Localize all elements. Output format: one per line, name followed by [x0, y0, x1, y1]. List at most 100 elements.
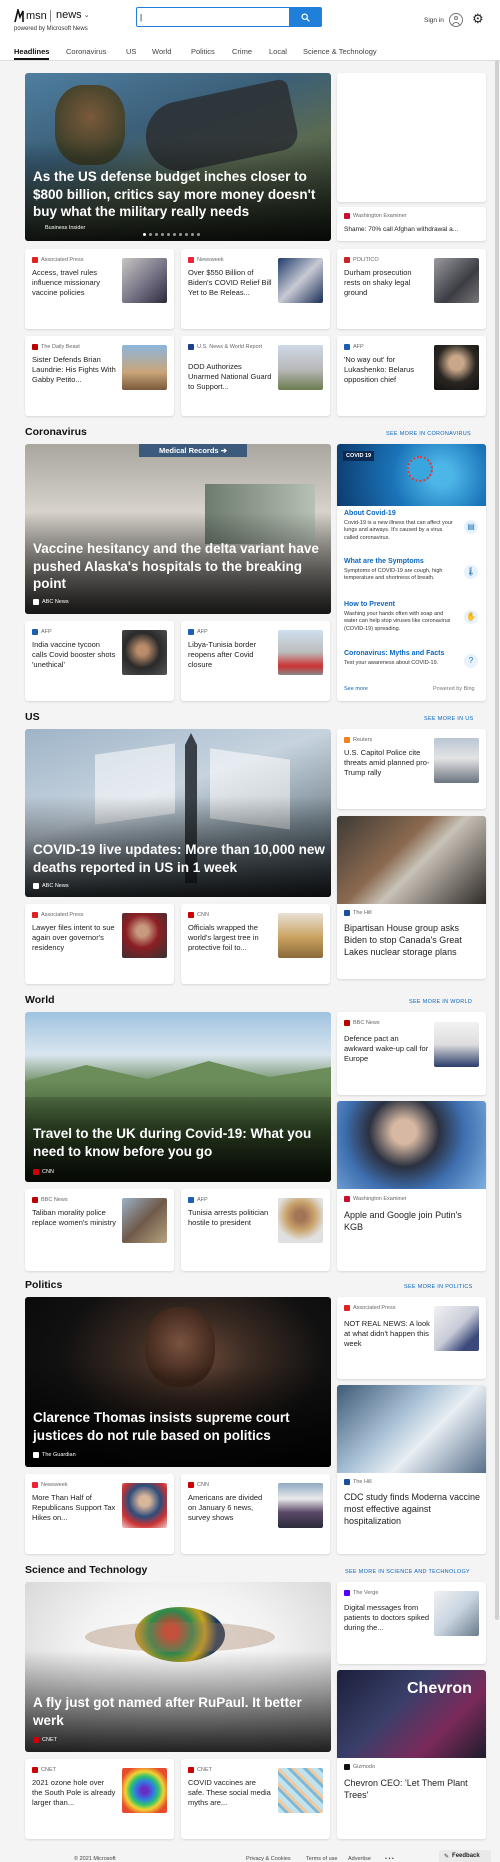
- story-card-large[interactable]: The Hill CDC study finds Moderna vaccine…: [337, 1385, 486, 1554]
- brand-text: msn: [26, 10, 47, 22]
- story-card[interactable]: CNET 2021 ozone hole over the South Pole…: [25, 1759, 174, 1839]
- see-more-politics-link[interactable]: SEE MORE IN POLITICS: [404, 1284, 473, 1290]
- hero-story-uk-travel[interactable]: Travel to the UK during Covid-19: What y…: [25, 1012, 331, 1182]
- hero-story-clarence-thomas[interactable]: Clarence Thomas insists supreme court ju…: [25, 1297, 331, 1467]
- covid-item[interactable]: How to Prevent Washing your hands often …: [344, 601, 482, 633]
- user-avatar-icon[interactable]: [449, 13, 463, 27]
- see-more-world-link[interactable]: SEE MORE IN WORLD: [409, 999, 472, 1005]
- covid-item[interactable]: What are the Symptoms Symptoms of COVID-…: [344, 558, 482, 583]
- tab-world[interactable]: World: [152, 47, 171, 56]
- search-input[interactable]: [140, 10, 288, 24]
- source-logo-icon: [188, 344, 194, 350]
- tab-politics[interactable]: Politics: [191, 47, 215, 56]
- carousel-dot[interactable]: [179, 233, 182, 236]
- story-card[interactable]: The Daily Beast Sister Defends Brian Lau…: [25, 336, 174, 416]
- carousel-dot[interactable]: [161, 233, 164, 236]
- product-name: news: [56, 9, 82, 21]
- story-card[interactable]: Associated Press Access, travel rules in…: [25, 249, 174, 329]
- footer-link-terms[interactable]: Terms of use: [306, 1856, 337, 1862]
- source-name: The Hill: [353, 1479, 372, 1485]
- story-card[interactable]: AFP 'No way out' for Lukashenko: Belarus…: [337, 336, 486, 416]
- gear-icon[interactable]: ⚙: [472, 12, 484, 25]
- story-title: CDC study finds Moderna vaccine most eff…: [344, 1492, 481, 1527]
- story-card[interactable]: Associated Press Lawyer files intent to …: [25, 904, 174, 984]
- story-card-large[interactable]: The Hill Bipartisan House group asks Bid…: [337, 816, 486, 979]
- tab-us[interactable]: US: [126, 47, 136, 56]
- hero-story-defense[interactable]: As the US defense budget inches closer t…: [25, 73, 331, 241]
- story-card[interactable]: CNN Americans are divided on January 6 n…: [181, 1474, 330, 1554]
- story-thumbnail: [122, 630, 167, 675]
- carousel-dot[interactable]: [167, 233, 170, 236]
- story-card[interactable]: Reuters U.S. Capitol Police cite threats…: [337, 729, 486, 809]
- tab-crime[interactable]: Crime: [232, 47, 252, 56]
- source-logo-icon: [32, 257, 38, 263]
- story-card[interactable]: AFP Libya-Tunisia border reopens after C…: [181, 621, 330, 701]
- story-card[interactable]: Associated Press NOT REAL NEWS: A look a…: [337, 1297, 486, 1379]
- story-card[interactable]: Newsweek More Than Half of Republicans S…: [25, 1474, 174, 1554]
- story-card[interactable]: BBC News Defence pact an awkward wake-up…: [337, 1012, 486, 1095]
- covid-item[interactable]: About Covid-19 Covid-19 is a new illness…: [344, 510, 482, 542]
- story-source: Reuters: [344, 737, 372, 744]
- carousel-dot[interactable]: [143, 233, 146, 236]
- story-source: Gizmodo: [344, 1764, 375, 1771]
- story-title: India vaccine tycoon calls Covid booster…: [32, 640, 116, 670]
- story-card[interactable]: CNN Officials wrapped the world's larges…: [181, 904, 330, 984]
- story-title: Shame: 70% call Afghan withdrawal a...: [344, 226, 459, 233]
- see-more-science-link[interactable]: SEE MORE IN SCIENCE AND TECHNOLOGY: [345, 1569, 470, 1575]
- footer-link-privacy[interactable]: Privacy & Cookies: [246, 1856, 291, 1862]
- tab-headlines[interactable]: Headlines: [14, 47, 50, 60]
- footer-more-icon[interactable]: • • •: [385, 1856, 394, 1862]
- source-logo-icon: [188, 1482, 194, 1488]
- carousel-dots: [143, 233, 200, 236]
- story-card[interactable]: AFP India vaccine tycoon calls Covid boo…: [25, 621, 174, 701]
- story-card[interactable]: The Verge Digital messages from patients…: [337, 1582, 486, 1664]
- story-source: Associated Press: [344, 1305, 396, 1312]
- carousel-dot[interactable]: [155, 233, 158, 236]
- carousel-dot[interactable]: [197, 233, 200, 236]
- source-logo-icon: [188, 257, 194, 263]
- tab-local[interactable]: Local: [269, 47, 287, 56]
- story-card[interactable]: AFP Tunisia arrests politician hostile t…: [181, 1189, 330, 1271]
- story-card-large[interactable]: Chevron Gizmodo Chevron CEO: 'Let Them P…: [337, 1670, 486, 1839]
- source-name: Newsweek: [197, 257, 224, 263]
- see-more-us-link[interactable]: SEE MORE IN US: [424, 716, 473, 722]
- story-card[interactable]: POLITICO Durham prosecution rests on sha…: [337, 249, 486, 329]
- story-card[interactable]: Newsweek Over $550 Billion of Biden's CO…: [181, 249, 330, 329]
- carousel-dot[interactable]: [173, 233, 176, 236]
- covid-item[interactable]: Coronavirus: Myths and Facts Test your a…: [344, 650, 482, 667]
- story-image: Chevron: [337, 1670, 486, 1758]
- story-card[interactable]: CNET COVID vaccines are safe. These soci…: [181, 1759, 330, 1839]
- tab-science-technology[interactable]: Science & Technology: [303, 47, 377, 56]
- story-thumbnail: [278, 345, 323, 390]
- product-menu[interactable]: news ⌄: [56, 9, 90, 21]
- story-card[interactable]: BBC News Taliban morality police replace…: [25, 1189, 174, 1271]
- footer-link-advertise[interactable]: Advertise: [348, 1856, 371, 1862]
- hero-title: Travel to the UK during Covid-19: What y…: [33, 1126, 312, 1159]
- source-logo-icon: [344, 257, 350, 263]
- story-thumbnail: [278, 1483, 323, 1528]
- story-card-large[interactable]: Washington Examiner Apple and Google joi…: [337, 1101, 486, 1271]
- side-story-washington-examiner[interactable]: Washington Examiner Shame: 70% call Afgh…: [337, 207, 486, 241]
- see-more-coronavirus-link[interactable]: SEE MORE IN CORONAVIRUS: [386, 431, 471, 437]
- tab-coronavirus[interactable]: Coronavirus: [66, 47, 106, 56]
- source-name: The Guardian: [42, 1452, 76, 1458]
- source-logo-icon: [188, 912, 194, 918]
- carousel-dot[interactable]: [149, 233, 152, 236]
- story-thumbnail: [434, 345, 479, 390]
- story-title: Lawyer files intent to sue again over go…: [32, 923, 115, 953]
- page-scrollbar[interactable]: [495, 60, 499, 1620]
- carousel-dot[interactable]: [191, 233, 194, 236]
- msn-logo[interactable]: msn: [14, 8, 54, 24]
- covid-see-more-link[interactable]: See more: [344, 686, 368, 692]
- search-button[interactable]: [289, 8, 321, 26]
- hero-story-covid-us[interactable]: COVID-19 live updates: More than 10,000 …: [25, 729, 331, 897]
- source-name: Newsweek: [41, 1482, 68, 1488]
- hero-story-rupaul-fly[interactable]: A fly just got named after RuPaul. It be…: [25, 1582, 331, 1752]
- story-title: Access, travel rules influence missionar…: [32, 268, 100, 298]
- story-thumbnail: [278, 913, 323, 958]
- story-card[interactable]: U.S. News & World Report DOD Authorizes …: [181, 336, 330, 416]
- carousel-dot[interactable]: [185, 233, 188, 236]
- hero-story-alaska[interactable]: Medical Records ➔ Vaccine hesitancy and …: [25, 444, 331, 614]
- sign-in-link[interactable]: Sign in: [424, 17, 444, 24]
- feedback-button[interactable]: ✎ Feedback: [439, 1850, 491, 1862]
